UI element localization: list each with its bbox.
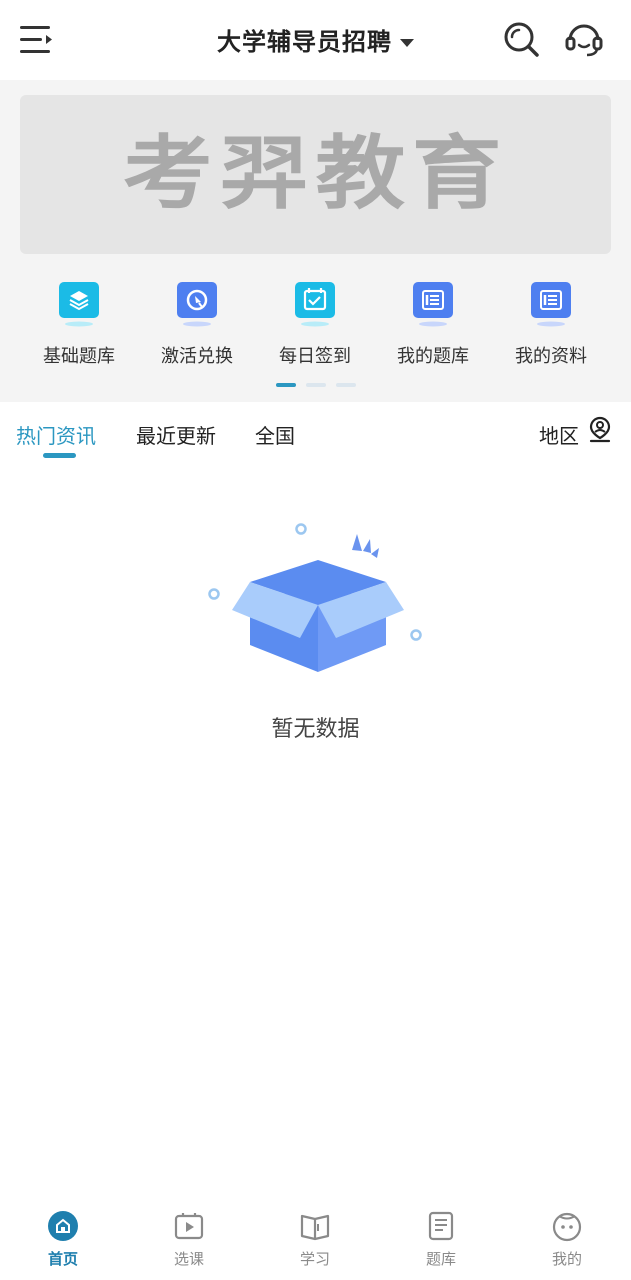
quick-link-activate-redeem[interactable]: 激活兑换 <box>138 280 256 375</box>
nav-label: 我的 <box>551 1250 582 1268</box>
list-icon <box>413 282 453 327</box>
quick-link-daily-checkin[interactable]: 每日签到 <box>256 280 374 375</box>
tab-recent-updates[interactable]: 最近更新 <box>136 420 216 449</box>
document-icon <box>428 1211 454 1241</box>
empty-message: 暂无数据 <box>271 717 360 742</box>
book-icon <box>300 1214 330 1241</box>
quick-link-label: 基础题库 <box>43 346 115 367</box>
nav-label: 学习 <box>299 1250 330 1268</box>
tab-nationwide[interactable]: 全国 <box>255 420 295 449</box>
carousel-dot[interactable] <box>336 383 356 387</box>
nav-profile[interactable]: 我的 <box>504 1197 630 1280</box>
quick-link-my-question-bank[interactable]: 我的题库 <box>374 280 492 375</box>
bottom-navigation: 首页 选课 学习 题库 我的 <box>0 1197 631 1280</box>
active-tab-indicator <box>43 453 76 458</box>
nav-courses[interactable]: 选课 <box>126 1197 252 1280</box>
banner-logo-text: 考羿教育 <box>122 127 509 220</box>
banner[interactable]: 考羿教育 <box>20 95 611 254</box>
calendar-check-icon <box>295 282 335 327</box>
top-bar: 大学辅导员招聘 <box>0 0 631 80</box>
video-icon <box>174 1213 204 1240</box>
quick-link-label: 激活兑换 <box>161 346 233 367</box>
headset-icon <box>565 24 603 57</box>
refresh-icon <box>177 282 217 327</box>
quick-link-basic-questions[interactable]: 基础题库 <box>20 280 138 375</box>
carousel-dot-active[interactable] <box>276 383 296 387</box>
quick-link-my-materials[interactable]: 我的资料 <box>492 280 610 375</box>
caret-down-icon <box>400 38 414 47</box>
nav-question-bank[interactable]: 题库 <box>378 1197 504 1280</box>
home-icon <box>48 1211 78 1241</box>
search-button[interactable] <box>500 18 542 60</box>
quick-links: 基础题库 激活兑换 每日签到 我的题库 我的资料 <box>0 280 631 380</box>
carousel-indicator <box>0 383 631 389</box>
nav-home[interactable]: 首页 <box>0 1197 126 1280</box>
quick-link-label: 我的资料 <box>515 346 587 367</box>
nav-label: 首页 <box>47 1250 78 1268</box>
empty-state: 暂无数据 <box>0 510 631 750</box>
search-icon <box>504 22 539 57</box>
nav-label: 选课 <box>173 1250 204 1268</box>
carousel-dot[interactable] <box>306 383 326 387</box>
nav-study[interactable]: 学习 <box>252 1197 378 1280</box>
quick-link-label: 每日签到 <box>279 346 351 367</box>
face-icon <box>552 1212 582 1242</box>
quick-link-label: 我的题库 <box>397 346 469 367</box>
customer-service-button[interactable] <box>563 18 605 60</box>
location-pin-icon[interactable] <box>588 416 612 444</box>
news-tabs: 热门资讯 最近更新 全国 地区 <box>0 402 631 464</box>
page-title: 大学辅导员招聘 <box>217 28 392 56</box>
layers-icon <box>59 282 99 327</box>
list-icon <box>531 282 571 327</box>
tab-hot-news[interactable]: 热门资讯 <box>16 420 96 449</box>
empty-box-illustration <box>208 523 422 672</box>
region-selector[interactable]: 地区 <box>539 420 579 449</box>
nav-label: 题库 <box>425 1250 456 1268</box>
hero-section: 考羿教育 基础题库 激活兑换 每日签到 我的题库 我的资料 <box>0 80 631 402</box>
